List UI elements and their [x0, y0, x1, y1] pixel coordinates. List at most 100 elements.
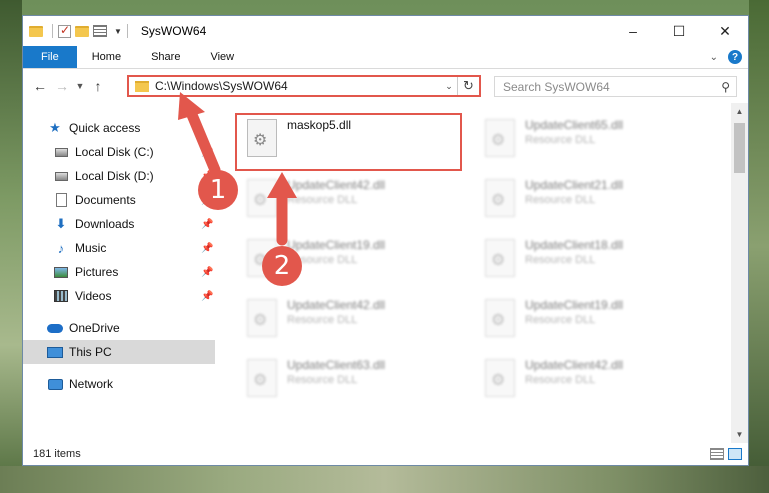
file-item[interactable]: UpdateClient65.dll Resource DLL: [479, 115, 709, 165]
sidebar-item-local-disk-c[interactable]: Local Disk (C:) 📌: [23, 140, 215, 164]
file-name: UpdateClient42.dll: [525, 358, 624, 372]
file-item[interactable]: UpdateClient63.dll Resource DLL: [241, 355, 471, 405]
scroll-down-icon[interactable]: ▼: [731, 426, 748, 443]
file-name: UpdateClient65.dll: [525, 118, 624, 132]
sidebar-item-label: Local Disk (C:): [75, 145, 154, 159]
documents-icon: [53, 193, 69, 207]
refresh-button[interactable]: ↻: [457, 77, 479, 95]
pin-icon[interactable]: 📌: [201, 219, 213, 230]
sidebar-item-videos[interactable]: Videos 📌: [23, 284, 215, 308]
properties-check-icon[interactable]: [58, 23, 71, 38]
ribbon-tabs: File Home Share View ⌄ ?: [23, 46, 748, 69]
file-type: Resource DLL: [525, 194, 596, 206]
file-item[interactable]: UpdateClient21.dll Resource DLL: [479, 175, 709, 225]
sidebar-item-downloads[interactable]: ⬇ Downloads 📌: [23, 212, 215, 236]
expand-ribbon-icon[interactable]: ⌄: [710, 52, 718, 63]
sidebar-item-label: This PC: [69, 345, 112, 359]
dll-file-icon: [247, 299, 277, 337]
address-dropdown-icon[interactable]: ⌄: [441, 81, 457, 92]
pin-icon[interactable]: 📌: [201, 267, 213, 278]
sidebar-item-label: Quick access: [69, 121, 141, 135]
sidebar-item-local-disk-d[interactable]: Local Disk (D:) 📌: [23, 164, 215, 188]
file-item[interactable]: UpdateClient18.dll Resource DLL: [479, 235, 709, 285]
address-path[interactable]: C:\Windows\SysWOW64: [155, 79, 441, 93]
sidebar-item-label: Music: [75, 241, 107, 255]
pin-icon[interactable]: 📌: [201, 291, 213, 302]
pin-icon[interactable]: 📌: [201, 147, 213, 158]
tab-share[interactable]: Share: [136, 46, 195, 68]
sidebar-item-documents[interactable]: Documents 📌: [23, 188, 215, 212]
search-icon[interactable]: ⚲: [721, 80, 730, 94]
close-button[interactable]: ✕: [702, 16, 748, 46]
item-count: 181 items: [33, 448, 81, 460]
annotation-badge-1: 1: [198, 170, 238, 210]
details-view-icon[interactable]: [710, 448, 724, 460]
file-type: Resource DLL: [525, 134, 596, 146]
drive-icon: [53, 145, 69, 159]
file-name: UpdateClient18.dll: [525, 238, 624, 252]
pictures-icon: [53, 265, 69, 279]
back-button[interactable]: ←: [29, 78, 51, 94]
file-type: Resource DLL: [287, 374, 358, 386]
this-pc-icon: [47, 345, 63, 359]
sidebar-item-label: Pictures: [75, 265, 119, 279]
sidebar-item-onedrive[interactable]: OneDrive: [23, 316, 215, 340]
window-title: SysWOW64: [140, 24, 207, 38]
file-type: Resource DLL: [525, 314, 596, 326]
new-folder-icon[interactable]: [75, 25, 89, 37]
dll-file-icon: [485, 299, 515, 337]
tab-file[interactable]: File: [23, 46, 77, 68]
toolbar-separator: [52, 24, 53, 38]
pin-icon[interactable]: 📌: [201, 243, 213, 254]
minimize-button[interactable]: –: [610, 16, 656, 46]
navigation-bar: ← → ▼ ↑ C:\Windows\SysWOW64 ⌄ ↻ Search S…: [23, 69, 748, 103]
file-item[interactable]: UpdateClient19.dll Resource DLL: [479, 295, 709, 345]
vertical-scrollbar[interactable]: ▲ ▼: [731, 103, 748, 443]
search-input[interactable]: Search SysWOW64 ⚲: [494, 76, 737, 97]
file-type: Resource DLL: [287, 314, 358, 326]
tab-view[interactable]: View: [195, 46, 249, 68]
file-explorer-window: ▼ SysWOW64 – ☐ ✕ File Home Share View ⌄ …: [22, 15, 749, 466]
file-name: UpdateClient21.dll: [525, 178, 624, 192]
toolbar-separator: [126, 24, 128, 38]
scroll-thumb[interactable]: [734, 123, 745, 173]
sidebar-item-label: Downloads: [75, 217, 135, 231]
sidebar-item-this-pc[interactable]: This PC: [23, 340, 215, 364]
file-item[interactable]: UpdateClient42.dll Resource DLL: [241, 175, 471, 225]
sidebar-item-music[interactable]: ♪ Music 📌: [23, 236, 215, 260]
customize-toolbar-dropdown-icon[interactable]: ▼: [114, 27, 122, 36]
file-name: UpdateClient42.dll: [287, 298, 386, 312]
forward-button[interactable]: →: [51, 78, 73, 94]
scroll-up-icon[interactable]: ▲: [731, 103, 748, 120]
tiles-view-icon[interactable]: [728, 448, 742, 460]
sidebar-item-network[interactable]: Network: [23, 372, 215, 396]
file-name: UpdateClient42.dll: [287, 178, 386, 192]
desktop-background-bottom: [0, 466, 769, 493]
search-placeholder: Search SysWOW64: [503, 79, 610, 94]
music-icon: ♪: [57, 240, 65, 256]
sidebar-item-label: Network: [69, 377, 114, 391]
annotation-badge-2: 2: [262, 246, 302, 286]
onedrive-icon: [47, 321, 63, 335]
recent-locations-dropdown-icon[interactable]: ▼: [73, 81, 87, 91]
dll-file-icon: [485, 119, 515, 157]
address-bar[interactable]: C:\Windows\SysWOW64 ⌄ ↻: [127, 75, 481, 97]
view-toggle: [710, 448, 742, 460]
sidebar-item-label: Documents: [75, 193, 136, 207]
dll-file-icon: [247, 359, 277, 397]
maximize-button[interactable]: ☐: [656, 16, 702, 46]
sidebar-item-label: OneDrive: [69, 321, 120, 335]
sidebar-item-label: Local Disk (D:): [75, 169, 154, 183]
sidebar-item-quick-access[interactable]: ★ Quick access: [23, 116, 215, 140]
quick-access-toolbar-icon[interactable]: [93, 25, 107, 37]
file-item[interactable]: UpdateClient42.dll Resource DLL: [241, 295, 471, 345]
downloads-icon: ⬇: [55, 216, 67, 231]
network-icon: [47, 377, 63, 391]
help-icon[interactable]: ?: [728, 50, 742, 64]
sidebar-item-pictures[interactable]: Pictures 📌: [23, 260, 215, 284]
file-item[interactable]: UpdateClient42.dll Resource DLL: [479, 355, 709, 405]
tab-home[interactable]: Home: [77, 46, 136, 68]
videos-icon: [53, 289, 69, 303]
ribbon-right-controls: ⌄ ?: [710, 46, 748, 68]
up-button[interactable]: ↑: [87, 78, 109, 94]
